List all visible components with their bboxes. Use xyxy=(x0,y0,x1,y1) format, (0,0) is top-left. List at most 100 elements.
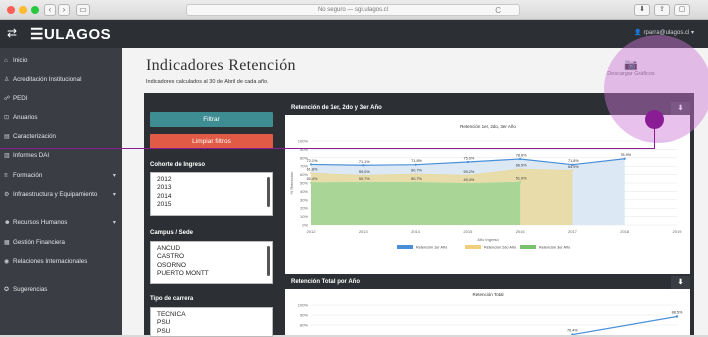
menu-toggle-icon[interactable]: ⇄ xyxy=(7,26,17,40)
sidebar-item-anuarios[interactable]: ⊡ Anuarios xyxy=(4,114,120,122)
y-tick-label: 20% xyxy=(300,206,308,211)
sidebar-item-label: Caracterización xyxy=(13,133,56,140)
award-icon: ♙ xyxy=(4,76,10,83)
cohorte-option[interactable]: 2012 xyxy=(157,176,266,184)
sidebar-item-acreditacion[interactable]: ♙ Acreditación Institucional xyxy=(4,76,120,84)
data-label: 49.4% xyxy=(463,178,474,182)
chevron-down-icon: ▾ xyxy=(112,191,116,198)
campus-option[interactable]: ANCUD xyxy=(157,245,266,253)
data-label: 71.8% xyxy=(568,159,579,163)
sidebar-item-informes-dai[interactable]: ▥ Informes DAI xyxy=(4,152,120,160)
chart-icon: ⊡ xyxy=(4,114,10,121)
card-header: Retención Total por Año ⬇ xyxy=(285,276,690,289)
y-tick-label: 80% xyxy=(300,323,308,328)
y-tick-label: 90% xyxy=(300,313,308,318)
share-icon[interactable]: ⇪ xyxy=(654,4,670,16)
x-tick-label: 2012 xyxy=(307,229,317,234)
data-point xyxy=(414,181,417,184)
campus-select[interactable]: ANCUD CASTRO OSORNO PUERTO MONTT xyxy=(150,241,273,284)
campus-option[interactable]: OSORNO xyxy=(157,262,266,270)
sidebar-item-gestion-financiera[interactable]: ▦ Gestión Financiera xyxy=(4,239,120,247)
series-area xyxy=(311,182,521,225)
sidebar-item-inicio[interactable]: ⌂ Inicio xyxy=(4,57,120,65)
cohorte-option[interactable]: 2014 xyxy=(157,193,266,201)
carrera-option[interactable]: TECNICA xyxy=(157,311,266,319)
sidebar-item-infraestructura[interactable]: ⚙ Infraestructura y Equipamiento ▾ xyxy=(4,191,120,199)
series-line xyxy=(572,315,678,335)
y-tick-label: 0% xyxy=(302,223,308,228)
sidebar-item-caracterizacion[interactable]: ▤ Caracterización xyxy=(4,133,120,141)
users-icon: ☻ xyxy=(4,219,11,226)
tabs-icon[interactable]: ▢ xyxy=(674,4,690,16)
forward-button[interactable]: › xyxy=(58,4,70,16)
retencion-total-chart: Retención Total 100% 90% 80% 70.4% 88.5% xyxy=(298,292,683,335)
ulagos-logo[interactable]: ☰ULAGOS xyxy=(30,25,111,43)
retencion-123-chart: Retención 1er, 2do, 3er Año100%90%80%70%… xyxy=(289,124,683,250)
data-point xyxy=(571,169,574,172)
page-title: Indicadores Retención xyxy=(146,57,296,74)
carrera-label: Tipo de carrera xyxy=(150,296,194,302)
cohorte-option[interactable]: 2013 xyxy=(157,184,266,192)
download-icon[interactable]: ⬇ xyxy=(634,4,650,16)
card-title: Retención de 1er, 2do y 3er Año xyxy=(291,105,382,111)
chart-title: Retención Total xyxy=(473,292,504,297)
x-tick-label: 2017 xyxy=(568,229,578,234)
minimize-window-button[interactable] xyxy=(19,6,27,14)
sidebar-item-label: Gestión Financiera xyxy=(13,239,65,246)
carrera-option[interactable]: PSU xyxy=(157,319,266,327)
sidebar-item-label: Sugerencias xyxy=(13,286,48,293)
data-point xyxy=(519,157,522,161)
y-tick-label: 30% xyxy=(300,197,308,202)
data-label: 78.6% xyxy=(516,153,527,157)
sidebar-item-label: Acreditación Institucional xyxy=(13,76,82,83)
scrollbar[interactable] xyxy=(267,246,270,276)
cohorte-select[interactable]: 2012 2013 2014 2015 xyxy=(150,172,273,216)
data-point xyxy=(623,157,626,160)
sidebar-item-label: Anuarios xyxy=(13,114,38,121)
sidebar-toggle-button[interactable]: ▭ xyxy=(76,4,90,16)
carrera-select[interactable]: TECNICA PSU PSU xyxy=(150,307,273,337)
sidebar-item-formacion[interactable]: ≡ Formación ▾ xyxy=(4,172,120,180)
back-button[interactable]: ‹ xyxy=(44,4,56,16)
close-window-button[interactable] xyxy=(7,6,15,14)
campus-option[interactable]: PUERTO MONTT xyxy=(157,270,266,278)
reload-icon[interactable]: C xyxy=(495,5,501,16)
sidebar-item-relaciones[interactable]: ◉ Relaciones Internacionales xyxy=(4,258,120,266)
x-axis-label: Año Ingreso xyxy=(477,237,499,242)
sidebar-item-sugerencias[interactable]: ✪ Sugerencias xyxy=(4,286,120,294)
y-tick-label: 100% xyxy=(298,303,309,308)
data-point xyxy=(362,164,365,167)
sidebar-item-pedi[interactable]: ☍ PEDI xyxy=(4,95,120,103)
x-tick-label: 2015 xyxy=(463,229,473,234)
sidebar-item-label: Relaciones Internacionales xyxy=(13,258,88,265)
scrollbar[interactable] xyxy=(267,177,270,207)
pointer-line xyxy=(0,148,654,149)
filtrar-button[interactable]: Filtrar xyxy=(150,112,273,127)
address-bar[interactable]: No seguro — sgi.ulagos.cl C xyxy=(186,4,520,16)
y-axis-label: % Retención xyxy=(289,172,294,195)
limpiar-filtros-button[interactable]: Limpiar filtros xyxy=(150,134,273,149)
x-tick-label: 2019 xyxy=(673,229,683,234)
campus-option[interactable]: CASTRO xyxy=(157,253,266,261)
cohorte-option[interactable]: 2015 xyxy=(157,201,266,209)
data-label: 50.7% xyxy=(359,177,370,181)
maximize-window-button[interactable] xyxy=(31,6,39,14)
data-point xyxy=(309,171,313,175)
card-title: Retención Total por Año xyxy=(291,279,360,285)
data-label: 66.5% xyxy=(516,164,527,168)
sidebar-item-label: Formación xyxy=(13,172,43,179)
sidebar-item-recursos-humanos[interactable]: ☻ Recursos Humanos ▾ xyxy=(4,219,120,227)
page-subtitle: Indicadores calculados al 30 de Abril de… xyxy=(146,79,269,85)
data-label: 75.0% xyxy=(463,157,474,161)
download-icon[interactable]: ⬇ xyxy=(671,276,690,289)
sidebar-item-label: Inicio xyxy=(13,57,28,64)
home-icon: ⌂ xyxy=(4,57,8,64)
x-tick-label: 2018 xyxy=(620,229,630,234)
data-point xyxy=(675,315,679,318)
data-label: 64.9% xyxy=(568,165,579,169)
x-tick-label: 2016 xyxy=(516,229,526,234)
app-header: ⇄ ☰ULAGOS 👤 rparra@ulagos.cl ▾ xyxy=(0,20,708,48)
campus-label: Campus / Sede xyxy=(150,230,194,236)
legend-swatch xyxy=(520,245,536,249)
sidebar-item-label: Recursos Humanos xyxy=(13,219,68,226)
